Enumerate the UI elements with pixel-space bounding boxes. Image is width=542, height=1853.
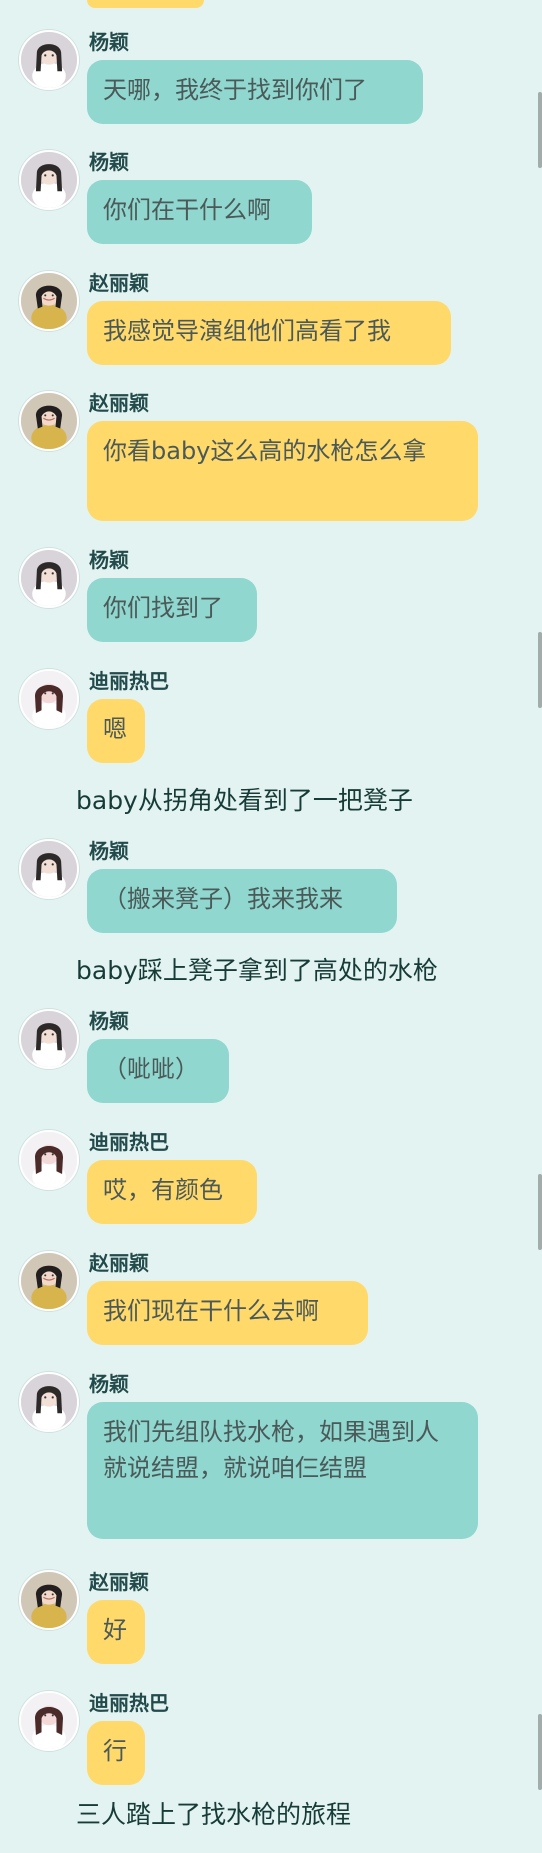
yangying-avatar[interactable] [19,1009,79,1069]
message-bubble[interactable]: 你看baby这么高的水枪怎么拿 [87,421,478,521]
message-3: 赵丽颖 我感觉导演组他们高看了我 [0,271,542,401]
message-bubble[interactable]: 行 [87,1721,145,1785]
message-bubble[interactable]: 我感觉导演组他们高看了我 [87,301,451,365]
message-bubble[interactable]: （呲呲） [87,1039,229,1103]
speaker-name: 迪丽热巴 [89,669,169,693]
message-bubble[interactable]: 我们先组队找水枪，如果遇到人就说结盟，就说咱仨结盟 [87,1402,478,1539]
message-9: 迪丽热巴 哎，有颜色 [0,1130,542,1260]
zhaoliying-avatar[interactable] [19,1251,79,1311]
dilireba-avatar[interactable] [19,1130,79,1190]
yangying-avatar[interactable] [19,150,79,210]
dilireba-avatar[interactable] [19,669,79,729]
message-4: 赵丽颖 你看baby这么高的水枪怎么拿 [0,391,542,521]
yangying-avatar[interactable] [19,548,79,608]
message-2: 杨颖 你们在干什么啊 [0,150,542,280]
zhaoliying-avatar[interactable] [19,391,79,451]
message-10: 赵丽颖 我们现在干什么去啊 [0,1251,542,1381]
zhaoliying-avatar[interactable] [19,271,79,331]
message-1: 杨颖 天哪，我终于找到你们了 [0,30,542,160]
yangying-avatar[interactable] [19,1372,79,1432]
yangying-avatar[interactable] [19,30,79,90]
narration-text: 三人踏上了找水枪的旅程 [76,1800,352,1829]
narration-text: baby踩上凳子拿到了高处的水枪 [76,956,438,985]
speaker-name: 赵丽颖 [89,391,149,415]
speaker-name: 杨颖 [89,1372,129,1396]
dilireba-avatar[interactable] [19,1691,79,1751]
speaker-name: 杨颖 [89,150,129,174]
speaker-name: 赵丽颖 [89,1570,149,1594]
speaker-name: 杨颖 [89,30,129,54]
speaker-name: 杨颖 [89,839,129,863]
message-bubble[interactable]: 嗯 [87,699,145,763]
zhaoliying-avatar[interactable] [19,1570,79,1630]
speaker-name: 杨颖 [89,548,129,572]
message-bubble[interactable]: 天哪，我终于找到你们了 [87,60,423,124]
speaker-name: 赵丽颖 [89,271,149,295]
previous-message-bubble [87,0,204,8]
message-bubble[interactable]: 哎，有颜色 [87,1160,257,1224]
speaker-name: 赵丽颖 [89,1251,149,1275]
message-bubble[interactable]: 你们在干什么啊 [87,180,312,244]
message-7: 杨颖 （搬来凳子）我来我来 [0,839,542,969]
message-bubble[interactable]: 我们现在干什么去啊 [87,1281,368,1345]
message-12: 赵丽颖 好 [0,1570,542,1700]
chat-screen[interactable]: 杨颖 天哪，我终于找到你们了 杨颖 你们在干什么啊 赵丽颖 我感觉导演组他们高看… [0,0,542,1853]
narration-text: baby从拐角处看到了一把凳子 [76,786,413,815]
message-11: 杨颖 我们先组队找水枪，如果遇到人就说结盟，就说咱仨结盟 [0,1372,542,1539]
message-5: 杨颖 你们找到了 [0,548,542,678]
message-8: 杨颖 （呲呲） [0,1009,542,1139]
scrollbar[interactable] [538,92,542,168]
speaker-name: 迪丽热巴 [89,1691,169,1715]
speaker-name: 杨颖 [89,1009,129,1033]
message-bubble[interactable]: 好 [87,1600,145,1664]
message-bubble[interactable]: 你们找到了 [87,578,257,642]
message-6: 迪丽热巴 嗯 [0,669,542,799]
scrollbar[interactable] [538,1174,542,1250]
message-bubble[interactable]: （搬来凳子）我来我来 [87,869,397,933]
scrollbar[interactable] [538,632,542,708]
speaker-name: 迪丽热巴 [89,1130,169,1154]
scrollbar[interactable] [538,1714,542,1790]
yangying-avatar[interactable] [19,839,79,899]
